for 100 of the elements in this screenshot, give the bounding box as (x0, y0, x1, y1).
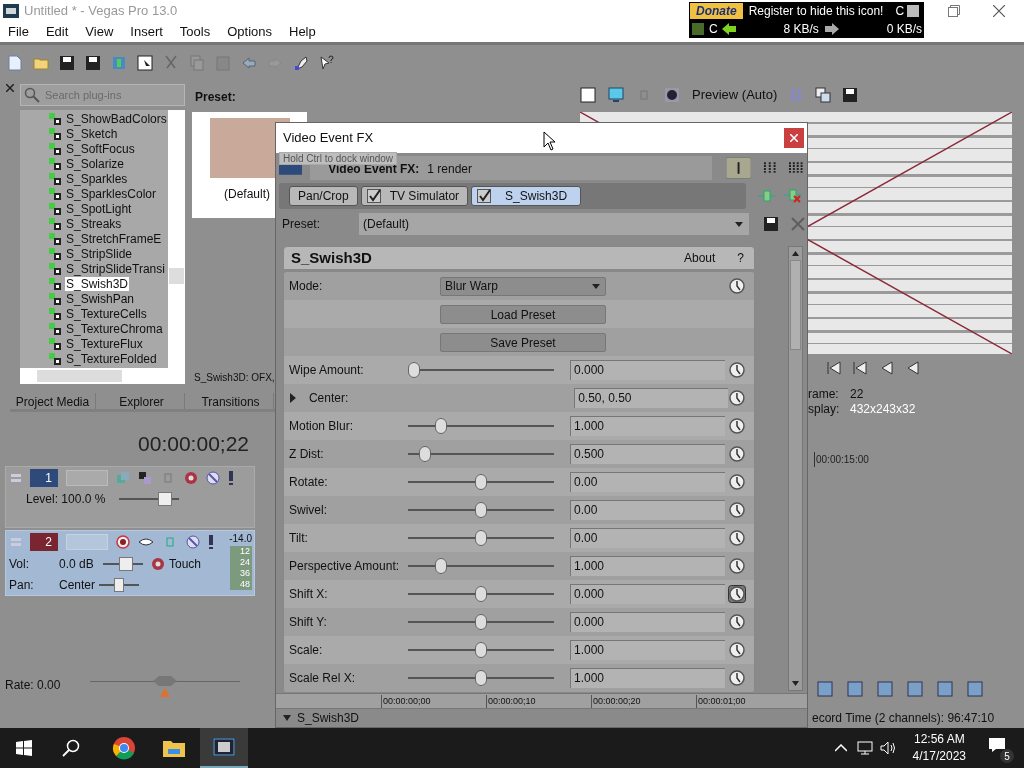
close-button[interactable] (784, 128, 804, 148)
tree-item[interactable]: S_Streaks (65, 216, 123, 231)
keyframe-clock-icon[interactable] (728, 585, 746, 603)
value-field[interactable]: 0.000 (570, 360, 725, 380)
scrollbar-thumb[interactable] (169, 268, 184, 284)
mode-dropdown[interactable]: Blur Warp (440, 276, 606, 296)
go-to-end-icon[interactable] (852, 361, 868, 375)
menu-item[interactable]: Tools (179, 22, 211, 42)
plugin-chain-button[interactable]: TV Simulator (360, 186, 469, 206)
search-icon[interactable] (62, 739, 80, 757)
slider-track[interactable] (408, 446, 554, 462)
value-field[interactable]: 0.00 (570, 528, 725, 548)
keyframe-clock-icon[interactable] (728, 277, 746, 295)
tree-item[interactable]: S_TextureFolded (65, 351, 158, 366)
slider-track[interactable] (408, 474, 554, 490)
rate-slider-thumb[interactable] (153, 676, 178, 698)
slider-thumb[interactable] (475, 642, 487, 658)
save-as-icon[interactable] (85, 54, 101, 71)
tree-item[interactable]: S_StripSlideTransi (65, 261, 166, 276)
slider-thumb[interactable] (475, 586, 487, 602)
tree-item[interactable]: S_ShowBadColors (65, 111, 168, 126)
volume-icon[interactable] (879, 741, 896, 755)
plugin-chain-button[interactable]: S_Swish3D (471, 186, 582, 206)
menu-item[interactable]: File (8, 22, 29, 42)
value-field[interactable]: 0.500 (570, 444, 725, 464)
overlay-icon[interactable] (664, 87, 680, 103)
remove-plugin-icon[interactable] (784, 189, 802, 203)
scrollbar-thumb[interactable] (790, 260, 801, 350)
slider-thumb[interactable] (118, 556, 133, 571)
donate-button[interactable]: Donate (690, 3, 743, 19)
slider-track[interactable] (408, 530, 554, 546)
preset-dropdown[interactable]: (Default) (359, 213, 749, 235)
record-icon[interactable] (116, 534, 130, 549)
mute-icon[interactable] (186, 534, 200, 549)
keyframe-clock-icon[interactable] (728, 641, 746, 659)
close-icon[interactable] (6, 84, 14, 92)
properties-icon[interactable] (580, 87, 596, 103)
gear-icon[interactable] (151, 556, 165, 571)
keyframe-clock-icon[interactable] (728, 613, 746, 631)
close-icon[interactable] (993, 5, 1005, 17)
menu-item[interactable]: Help (289, 22, 316, 42)
collapse-arrow-icon[interactable] (283, 714, 291, 721)
keyframe-clock-icon[interactable] (728, 417, 746, 435)
start-icon[interactable] (16, 740, 32, 756)
menu-item[interactable]: Options (227, 22, 272, 42)
slider-thumb[interactable] (475, 474, 487, 490)
panel-tab[interactable]: Transitions (188, 393, 274, 409)
help-pointer-icon[interactable] (319, 54, 335, 71)
track-name-field[interactable] (66, 469, 108, 486)
level-slider-track[interactable] (119, 491, 180, 506)
new-file-icon[interactable] (7, 54, 23, 71)
slider-thumb[interactable] (418, 446, 431, 462)
vertical-scrollbar[interactable] (788, 246, 803, 691)
invert-phase-icon[interactable] (138, 535, 154, 548)
panel-tab[interactable]: Explorer (99, 393, 185, 409)
tree-item[interactable]: S_Sparkles (65, 171, 129, 186)
save-icon[interactable] (843, 88, 858, 102)
slider-track[interactable] (408, 614, 554, 630)
copy-frame-icon[interactable] (815, 87, 832, 103)
tree-item[interactable]: S_Solarize (65, 156, 126, 171)
value-field[interactable]: 0.000 (570, 584, 725, 604)
three-column-icon[interactable] (788, 161, 804, 175)
tree-item[interactable]: S_Sketch (65, 126, 119, 141)
preview-quality-dropdown[interactable]: Preview (Auto) (692, 85, 778, 105)
preset-button[interactable]: Save Preset (440, 332, 606, 352)
tree-item[interactable]: S_SwishPan (65, 291, 136, 306)
motion-icon[interactable] (138, 470, 152, 485)
slider-thumb[interactable] (158, 491, 173, 506)
tree-item[interactable]: S_TextureFlux (65, 336, 144, 351)
slider-track[interactable] (408, 670, 554, 686)
value-field[interactable]: 1.000 (570, 640, 725, 660)
expand-arrow-icon[interactable] (289, 393, 297, 403)
slider-thumb[interactable] (475, 614, 487, 630)
help-button[interactable]: ? (737, 249, 744, 267)
keyframe-clock-icon[interactable] (728, 529, 746, 547)
scrollbar-thumb[interactable] (37, 370, 122, 382)
slider-track[interactable] (408, 418, 554, 434)
chevron-up-icon[interactable] (834, 744, 847, 752)
slider-thumb[interactable] (434, 418, 447, 434)
value-field[interactable]: 1.000 (570, 416, 725, 436)
save-icon[interactable] (764, 217, 778, 231)
value-field[interactable]: 1.000 (570, 668, 725, 688)
keyframe-clock-icon[interactable] (728, 557, 746, 575)
value-field[interactable]: 0.50, 0.50 (574, 388, 729, 408)
solo-icon[interactable] (228, 470, 234, 485)
minimize-track-icon[interactable] (10, 535, 22, 548)
value-field[interactable]: 1.000 (570, 556, 725, 576)
two-column-icon[interactable] (763, 161, 777, 175)
value-field[interactable]: 0.00 (570, 472, 725, 492)
tree-item[interactable]: S_TextureCells (65, 306, 148, 321)
gear-icon[interactable] (184, 470, 198, 485)
slider-thumb[interactable] (114, 577, 124, 592)
slider-thumb[interactable] (475, 502, 487, 518)
rate-slider-track[interactable] (90, 674, 241, 696)
menu-item[interactable]: Edit (45, 22, 69, 42)
folder-icon[interactable] (162, 738, 186, 758)
browser-icon[interactable] (112, 736, 136, 760)
preset-button[interactable]: Load Preset (440, 304, 606, 324)
properties-icon[interactable] (137, 54, 153, 71)
automation-mode-dropdown[interactable]: Touch (169, 554, 202, 573)
